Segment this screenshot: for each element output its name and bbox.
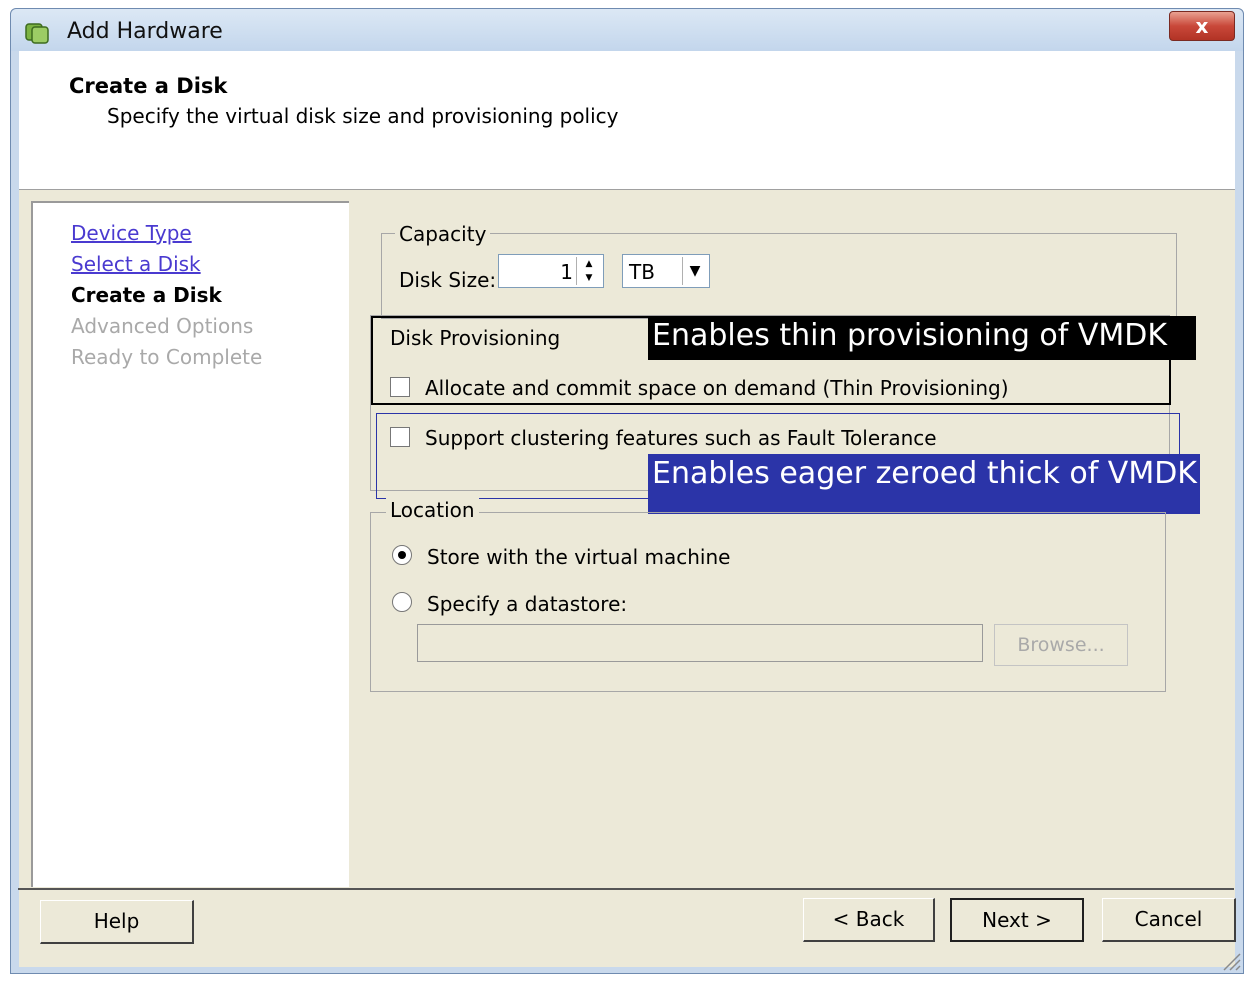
step-device-type[interactable]: Device Type [71, 221, 192, 245]
unit-value: TB [629, 260, 655, 284]
disk-provisioning-legend: Disk Provisioning [386, 326, 565, 350]
disk-size-unit-select[interactable]: TB ▼ [622, 254, 710, 288]
step-advanced-options: Advanced Options [71, 314, 254, 338]
step-select-disk[interactable]: Select a Disk [71, 252, 201, 276]
specify-datastore-label: Specify a datastore: [427, 592, 628, 616]
browse-button: Browse... [994, 624, 1128, 666]
step-create-disk: Create a Disk [71, 283, 222, 307]
thin-provisioning-checkbox[interactable] [390, 377, 410, 397]
title-bar[interactable]: Add Hardware x [11, 9, 1243, 51]
resize-grip-icon[interactable] [1218, 948, 1242, 972]
thin-provisioning-label: Allocate and commit space on demand (Thi… [425, 376, 1009, 400]
fault-tolerance-label: Support clustering features such as Faul… [425, 426, 937, 450]
chevron-down-icon[interactable]: ▼ [682, 257, 707, 285]
close-icon: x [1195, 14, 1209, 38]
footer-divider [18, 888, 1234, 890]
back-button[interactable]: < Back [803, 898, 935, 942]
datastore-field [417, 624, 983, 662]
thin-provisioning-annotation: Enables thin provisioning of VMDK [648, 316, 1196, 360]
disk-size-value: 1 [560, 260, 573, 284]
page-subtitle: Specify the virtual disk size and provis… [107, 104, 619, 128]
disk-size-label: Disk Size: [399, 268, 497, 292]
next-button[interactable]: Next > [950, 898, 1084, 942]
help-button[interactable]: Help [40, 900, 194, 944]
specify-datastore-radio[interactable] [392, 592, 412, 612]
fault-tolerance-checkbox[interactable] [390, 427, 410, 447]
page-title: Create a Disk [69, 74, 228, 98]
location-legend: Location [386, 498, 479, 522]
capacity-legend: Capacity [395, 222, 491, 246]
spin-down-icon[interactable]: ▼ [577, 271, 601, 285]
eager-zeroed-annotation: Enables eager zeroed thick of VMDK [648, 454, 1200, 514]
vsphere-app-icon [25, 23, 49, 44]
close-button[interactable]: x [1169, 11, 1235, 41]
store-with-vm-label: Store with the virtual machine [427, 545, 731, 569]
spinner-buttons[interactable]: ▲ ▼ [576, 257, 601, 285]
cancel-button[interactable]: Cancel [1102, 898, 1236, 942]
store-with-vm-radio[interactable] [392, 545, 412, 565]
window-title: Add Hardware [67, 19, 223, 44]
wizard-header: Create a Disk Specify the virtual disk s… [19, 51, 1235, 190]
spin-up-icon[interactable]: ▲ [577, 257, 601, 271]
wizard-steps: Device Type Select a Disk Create a Disk … [31, 201, 349, 887]
disk-size-spinner[interactable]: 1 ▲ ▼ [498, 254, 604, 288]
step-ready-to-complete: Ready to Complete [71, 345, 263, 369]
